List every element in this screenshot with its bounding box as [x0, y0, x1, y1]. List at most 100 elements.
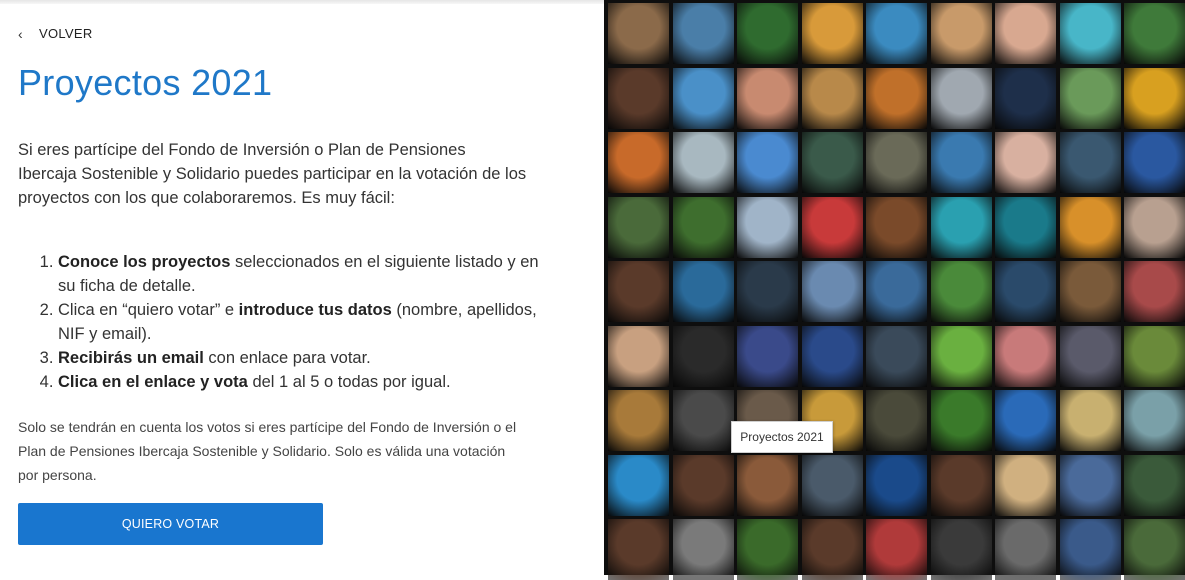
photo-tile: [672, 454, 734, 516]
photo-tile: [930, 196, 992, 258]
photo-tile: [737, 3, 798, 64]
photo-tile: [672, 196, 734, 258]
photo-tile: [1059, 325, 1121, 387]
photo-tile: [930, 519, 992, 580]
step-item: Clica en el enlace y vota del 1 al 5 o t…: [58, 370, 558, 394]
photo-tile: [608, 519, 669, 580]
photo-tile: [995, 67, 1056, 129]
photo-tile: [1124, 519, 1185, 580]
photo-tile: [672, 390, 734, 451]
photo-tile: [737, 519, 798, 580]
photo-tile: [608, 325, 669, 387]
photo-tile: [801, 67, 863, 129]
step-item: Conoce los proyectos seleccionados en el…: [58, 250, 558, 298]
photo-tile: [608, 3, 669, 64]
photo-tile: [1059, 390, 1121, 451]
step-bold: Conoce los proyectos: [58, 253, 231, 271]
photo-tile: [930, 390, 992, 451]
photo-tile: [801, 196, 863, 258]
photo-tile: [995, 454, 1056, 516]
photo-tile: [995, 132, 1056, 193]
photo-tile: [995, 3, 1056, 64]
photo-tile: [1059, 454, 1121, 516]
image-tooltip: Proyectos 2021: [731, 421, 833, 453]
photo-mosaic: [604, 0, 1185, 580]
step-bold: Clica en el enlace y vota: [58, 373, 248, 391]
photo-tile: [737, 196, 798, 258]
step-item: Clica en “quiero votar” e introduce tus …: [58, 298, 558, 346]
step-text: Clica en “quiero votar” e: [58, 301, 239, 319]
photo-tile: [801, 325, 863, 387]
photo-tile: [866, 390, 927, 451]
photo-tile: [930, 132, 992, 193]
photo-tile: [866, 3, 927, 64]
photo-tile: [672, 325, 734, 387]
photo-tile: [737, 132, 798, 193]
photo-tile: [608, 132, 669, 193]
photo-tile: [930, 67, 992, 129]
photo-tile: [801, 132, 863, 193]
photo-tile: [995, 390, 1056, 451]
photo-tile: [1124, 390, 1185, 451]
photo-tile: [1124, 132, 1185, 193]
photo-tile: [866, 196, 927, 258]
photo-tile: [1124, 454, 1185, 516]
photo-tile: [737, 261, 798, 322]
photo-tile: [737, 67, 798, 129]
photo-tile: [866, 67, 927, 129]
steps-list: Conoce los proyectos seleccionados en el…: [18, 250, 558, 394]
photo-tile: [1059, 132, 1121, 193]
content-panel: ‹ VOLVER Proyectos 2021 Si eres partícip…: [0, 0, 605, 575]
step-item: Recibirás un email con enlace para votar…: [58, 346, 558, 370]
photo-tile: [1059, 3, 1121, 64]
page-title: Proyectos 2021: [18, 62, 273, 103]
photo-tile: [608, 454, 669, 516]
photo-tile: [995, 261, 1056, 322]
back-link-label: VOLVER: [38, 26, 93, 41]
photo-tile: [930, 261, 992, 322]
vote-button[interactable]: QUIERO VOTAR: [18, 503, 323, 545]
photo-tile: [672, 519, 734, 580]
photo-tile: [1124, 325, 1185, 387]
photo-tile: [1124, 261, 1185, 322]
photo-tile: [1059, 196, 1121, 258]
photo-tile: [930, 325, 992, 387]
photo-tile: [866, 132, 927, 193]
photo-tile: [930, 3, 992, 64]
photo-tile: [672, 261, 734, 322]
photo-tile: [1059, 519, 1121, 580]
photo-tile: [1124, 3, 1185, 64]
step-bold: Recibirás un email: [58, 349, 204, 367]
photo-tile: [608, 390, 669, 451]
photo-tile: [866, 454, 927, 516]
photo-tile: [995, 519, 1056, 580]
photo-tile: [930, 454, 992, 516]
step-bold: introduce tus datos: [238, 301, 392, 319]
photo-tile: [1059, 67, 1121, 129]
photo-tile: [995, 196, 1056, 258]
photo-tile: [1124, 67, 1185, 129]
photo-tile: [866, 325, 927, 387]
photo-tile: [608, 261, 669, 322]
photo-tile: [1059, 261, 1121, 322]
photo-tile: [801, 454, 863, 516]
photo-tile: [801, 261, 863, 322]
photo-tile: [801, 3, 863, 64]
intro-text: Si eres partícipe del Fondo de Inversión…: [18, 141, 527, 207]
photo-tile: [672, 67, 734, 129]
photo-tile: [672, 132, 734, 193]
eligibility-note: Solo se tendrán en cuenta los votos si e…: [18, 419, 517, 483]
photo-tile: [608, 196, 669, 258]
photo-tile: [801, 519, 863, 580]
photo-tile: [1124, 196, 1185, 258]
photo-tile: [995, 325, 1056, 387]
photo-tile: [737, 454, 798, 516]
photo-tile: [866, 261, 927, 322]
photo-tile: [737, 325, 798, 387]
chevron-left-icon: ‹: [18, 25, 23, 42]
back-link[interactable]: ‹ VOLVER: [18, 26, 93, 41]
step-text: con enlace para votar.: [203, 349, 371, 367]
photo-tile: [608, 67, 669, 129]
photo-tile: [672, 3, 734, 64]
step-text: del 1 al 5 o todas por igual.: [247, 373, 451, 391]
